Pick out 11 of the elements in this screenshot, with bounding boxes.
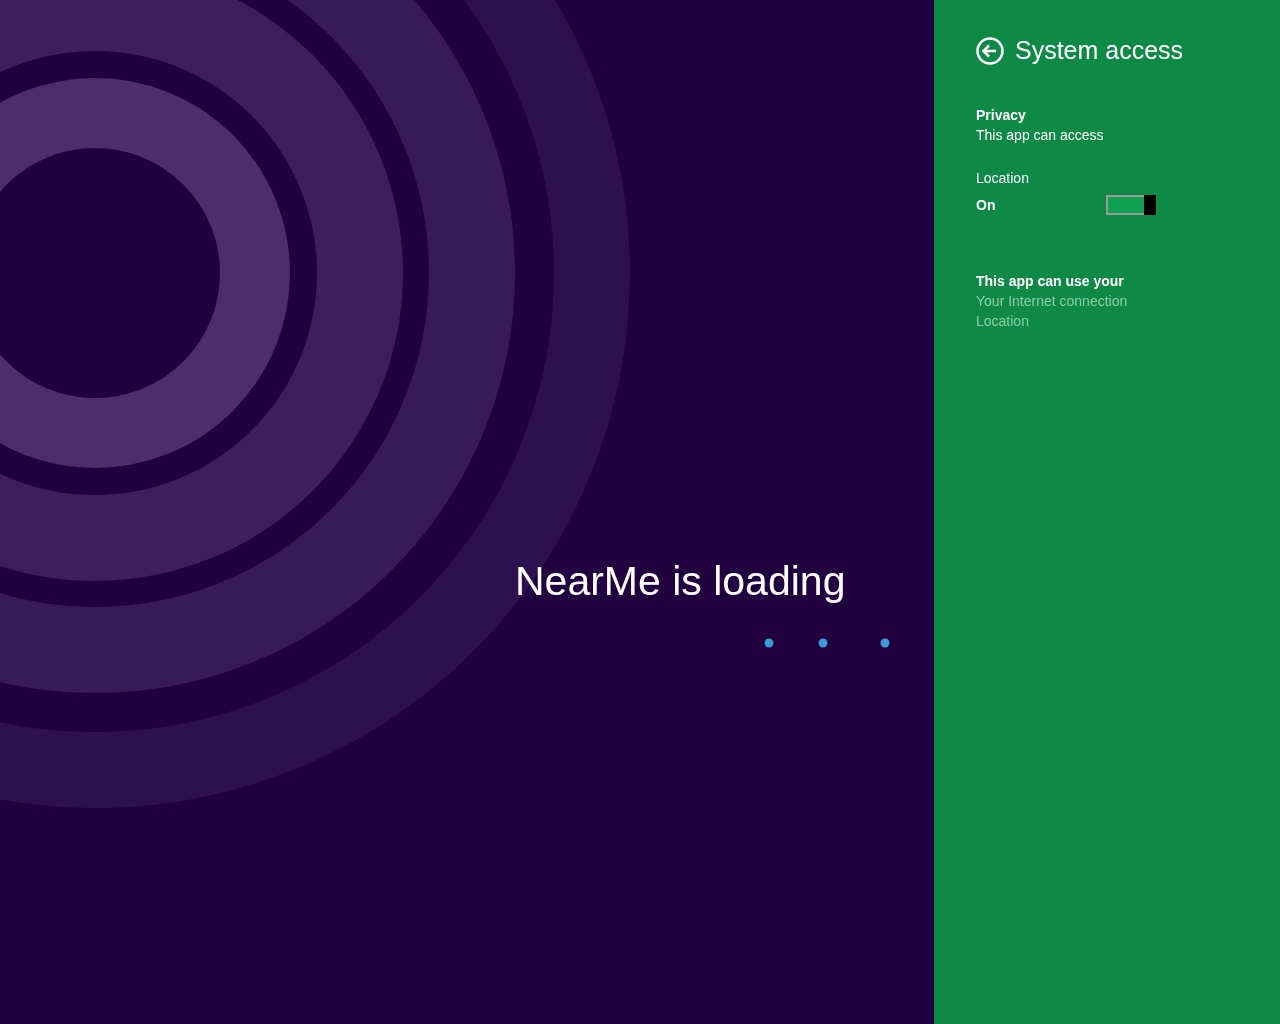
back-icon[interactable] <box>976 36 1004 65</box>
capability-item: Your Internet connection <box>976 292 1128 311</box>
setting-label: Location <box>976 169 1029 188</box>
section-heading: This app can use your <box>976 272 1124 291</box>
capability-item: Location <box>976 312 1029 331</box>
setting-value: On <box>976 197 996 213</box>
loading-message: NearMe is loading <box>515 557 846 606</box>
panel-title: System access <box>1015 36 1184 65</box>
section-subtitle: This app can access <box>976 126 1104 145</box>
toggle-switch[interactable] <box>1106 195 1156 215</box>
section-heading: Privacy <box>976 106 1026 125</box>
